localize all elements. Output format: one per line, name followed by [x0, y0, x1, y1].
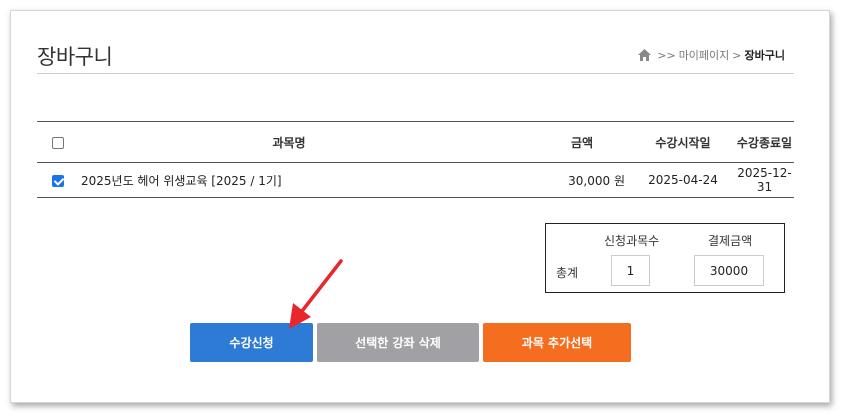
table-row: 2025년도 헤어 위생교육 [2025 / 1기] 30,000 원 2025… — [37, 162, 794, 198]
summary-amount-value: 30000 — [694, 255, 764, 286]
header-select-all-cell — [37, 121, 79, 163]
header-course-name: 과목명 — [79, 121, 499, 163]
breadcrumb-separator: >> — [657, 48, 676, 62]
row-start-date: 2025-04-24 — [631, 162, 735, 198]
order-summary: 신청과목수 결제금액 총계 1 30000 — [545, 223, 785, 293]
page-title: 장바구니 — [37, 45, 113, 69]
cart-panel: 장바구니 >> 마이페이지 > 장바구니 과목명 금액 수강시작일 수강종료일 — [10, 10, 830, 403]
row-course-name: 2025년도 헤어 위생교육 [2025 / 1기] — [79, 162, 499, 198]
row-select-cell — [37, 162, 79, 198]
header-price: 금액 — [499, 121, 631, 163]
select-all-checkbox[interactable] — [52, 136, 64, 149]
summary-amount-label: 결제금액 — [708, 234, 753, 248]
breadcrumb-current: 장바구니 — [744, 49, 785, 62]
summary-total-label: 총계 — [556, 266, 579, 280]
apply-course-button[interactable]: 수강신청 — [190, 323, 313, 362]
annotation-arrow-icon — [289, 259, 343, 329]
table-header-row: 과목명 금액 수강시작일 수강종료일 — [37, 121, 794, 163]
breadcrumb-mypage-link[interactable]: 마이페이지 — [679, 47, 730, 63]
title-divider — [37, 73, 794, 74]
cart-table: 과목명 금액 수강시작일 수강종료일 2025년도 헤어 위생교육 [2025 … — [37, 121, 794, 198]
summary-count-value: 1 — [611, 255, 650, 286]
add-course-button[interactable]: 과목 추가선택 — [483, 323, 631, 362]
summary-count-label: 신청과목수 — [604, 234, 660, 248]
breadcrumb: >> 마이페이지 > 장바구니 — [638, 47, 785, 63]
header-start-date: 수강시작일 — [631, 121, 735, 163]
header-end-date: 수강종료일 — [735, 121, 794, 163]
breadcrumb-separator: > — [732, 48, 742, 62]
row-end-date: 2025-12-31 — [735, 162, 794, 198]
delete-selected-button[interactable]: 선택한 강좌 삭제 — [317, 323, 479, 362]
row-price: 30,000 원 — [499, 162, 631, 198]
home-icon[interactable] — [638, 49, 652, 61]
row-checkbox[interactable] — [52, 174, 64, 187]
